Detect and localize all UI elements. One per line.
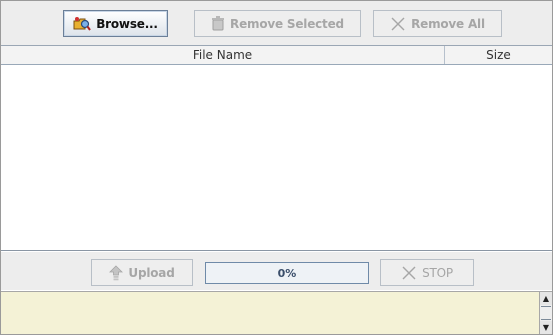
- remove-selected-button[interactable]: Remove Selected: [194, 10, 361, 37]
- scroll-down-button[interactable]: ▼: [540, 321, 552, 334]
- browse-label: Browse...: [96, 16, 158, 31]
- stop-label: STOP: [422, 265, 453, 280]
- column-header-size[interactable]: Size: [445, 46, 552, 64]
- column-header-file-name[interactable]: File Name: [1, 46, 445, 64]
- file-list[interactable]: [1, 65, 552, 250]
- upload-progress-bar: 0%: [205, 262, 369, 284]
- progress-text: 0%: [277, 266, 297, 280]
- status-scrollbar[interactable]: ▲ ▼: [539, 291, 552, 334]
- stop-icon: [401, 265, 417, 281]
- scroll-thumb[interactable]: [541, 306, 551, 320]
- remove-selected-label: Remove Selected: [230, 16, 344, 31]
- browse-button[interactable]: Browse...: [63, 10, 168, 37]
- stop-button[interactable]: STOP: [380, 259, 474, 286]
- status-area[interactable]: [1, 291, 539, 334]
- toolbar: Browse... Remove Selected Remove All: [1, 1, 552, 45]
- close-icon: [390, 16, 406, 32]
- file-table[interactable]: File Name Size: [1, 45, 552, 251]
- file-upload-panel: Browse... Remove Selected Remove All Fil…: [0, 0, 553, 335]
- scroll-up-button[interactable]: ▲: [540, 292, 552, 305]
- browse-icon: [73, 16, 92, 32]
- upload-icon: [109, 264, 124, 281]
- remove-all-label: Remove All: [411, 16, 485, 31]
- action-bar: Upload 0% STOP: [1, 252, 552, 290]
- remove-all-button[interactable]: Remove All: [373, 10, 502, 37]
- upload-label: Upload: [128, 265, 175, 280]
- table-header: File Name Size: [1, 46, 552, 65]
- upload-button[interactable]: Upload: [91, 259, 193, 286]
- trash-icon: [211, 16, 225, 31]
